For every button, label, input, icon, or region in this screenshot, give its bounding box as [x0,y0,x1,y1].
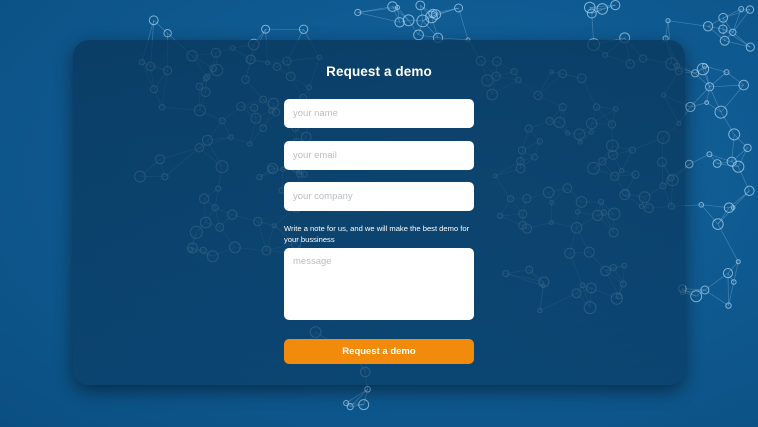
page-background: Request a demo Write a note for us, and … [0,0,758,427]
network-link [418,20,424,36]
message-textarea[interactable] [284,248,474,320]
request-demo-card [73,40,685,385]
network-link [667,20,709,27]
network-link [408,19,423,22]
network-link [728,190,750,208]
request-demo-button[interactable]: Request a demo [284,339,474,364]
network-link [701,204,719,225]
network-link [717,161,732,164]
network-link [418,34,439,39]
network-link [357,12,400,23]
network-link [731,147,748,162]
name-input[interactable] [284,99,474,128]
network-link [741,8,751,10]
network-link [392,6,409,21]
network-link [733,261,739,283]
network-node [745,42,755,52]
email-input[interactable] [284,141,474,170]
network-link [717,207,730,225]
network-link [717,223,739,262]
network-link [732,190,750,208]
network-link [458,7,469,40]
message-hint-text: Write a note for us, and we will make th… [284,224,470,244]
network-link [737,166,750,191]
network-link [720,111,735,135]
form-title: Request a demo [326,64,432,79]
company-input[interactable] [284,182,474,211]
network-link [153,20,168,34]
network-link [728,281,735,306]
network-link [732,9,751,33]
network-link [733,134,748,149]
